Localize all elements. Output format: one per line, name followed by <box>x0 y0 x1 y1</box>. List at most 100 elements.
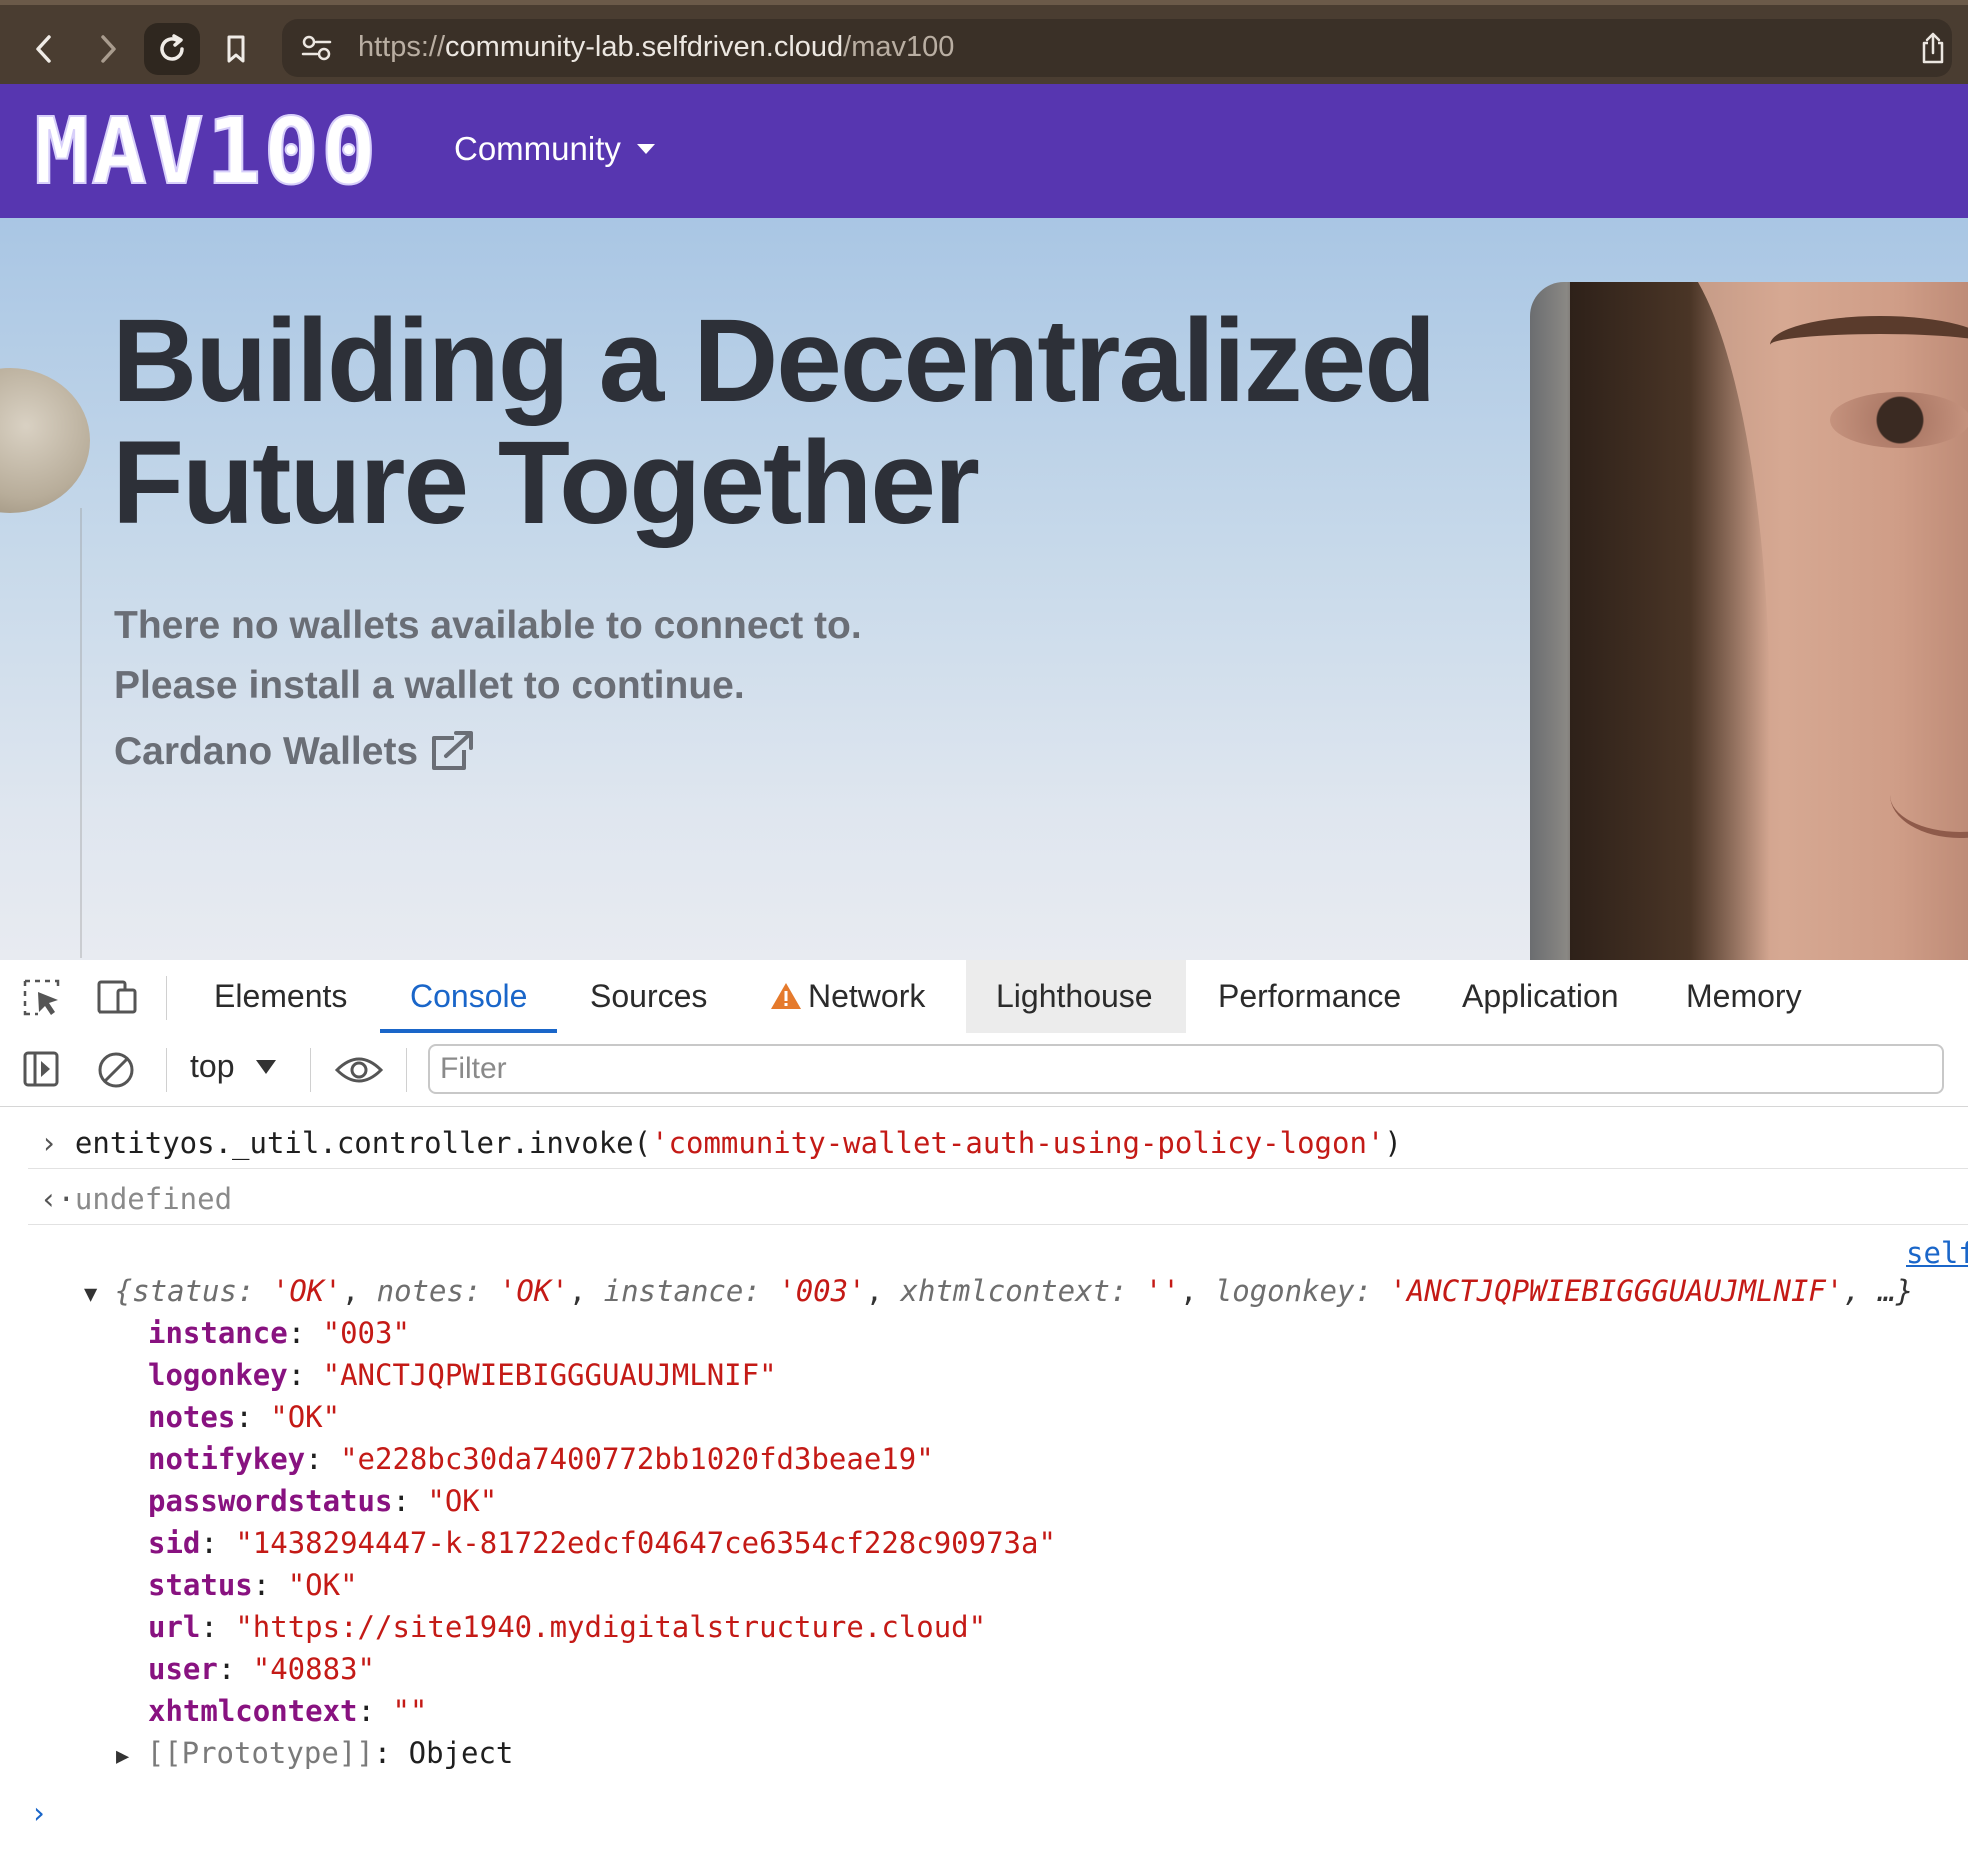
console-input-entry[interactable]: › entityos._util.controller.invoke('comm… <box>40 1126 1402 1160</box>
share-icon[interactable] <box>1920 31 1946 65</box>
tab-network[interactable]: Network <box>740 960 955 1033</box>
device-toolbar-icon[interactable] <box>96 978 140 1018</box>
source-link[interactable]: self <box>1906 1236 1968 1270</box>
object-property: instance: "003" <box>148 1316 410 1350</box>
balloon-tether <box>80 508 82 958</box>
console-command-arg: 'community-wallet-auth-using-policy-logo… <box>651 1126 1385 1160</box>
property-key: passwordstatus <box>148 1484 393 1518</box>
summary-value: 'OK' <box>271 1274 342 1308</box>
forward-button[interactable] <box>80 23 136 75</box>
hero-title-line: Building a Decentralized <box>112 295 1436 427</box>
toolbar-divider <box>310 1048 311 1092</box>
object-summary[interactable]: ▼ {status: 'OK', notes: 'OK', instance: … <box>84 1274 1913 1308</box>
url-scheme: https:// <box>358 31 446 63</box>
hero-section: Building a Decentralized Future Together… <box>0 218 1968 960</box>
wallet-message-line: Please install a wallet to continue. <box>114 664 745 707</box>
summary-value: '' <box>1144 1274 1180 1308</box>
property-value: "" <box>392 1694 428 1728</box>
object-property: user: "40883" <box>148 1652 375 1686</box>
sidebar-toggle-icon[interactable] <box>22 1050 60 1088</box>
property-key: xhtmlcontext <box>148 1694 358 1728</box>
hero-photo <box>1530 282 1968 960</box>
reload-icon <box>160 34 184 61</box>
tab-sources[interactable]: Sources <box>560 960 737 1033</box>
community-dropdown[interactable]: Community <box>454 130 655 168</box>
summary-value: 'OK' <box>498 1274 569 1308</box>
property-key: instance <box>148 1316 288 1350</box>
property-value: "OK" <box>427 1484 498 1518</box>
browser-toolbar: https://community-lab.selfdriven.cloud/m… <box>0 0 1968 84</box>
reload-button[interactable] <box>144 23 200 75</box>
input-prompt-icon: › <box>40 1126 75 1160</box>
context-selector[interactable]: top <box>190 1048 277 1085</box>
url-text: https://community-lab.selfdriven.cloud/m… <box>358 31 954 64</box>
inspect-element-icon[interactable] <box>22 978 64 1018</box>
property-value: "e228bc30da7400772bb1020fd3beae19" <box>340 1442 934 1476</box>
collapse-triangle-icon[interactable]: ▼ <box>84 1282 97 1307</box>
bookmark-button[interactable] <box>208 23 264 75</box>
summary-value: '003' <box>778 1274 866 1308</box>
community-label: Community <box>454 130 621 167</box>
expand-triangle-icon[interactable]: ▶ <box>116 1744 129 1769</box>
caret-down-icon <box>636 144 655 154</box>
wallet-message-line: There no wallets available to connect to… <box>114 604 862 647</box>
devtools-tab-bar: Elements Console Sources Network Lightho… <box>0 960 1968 1035</box>
object-property: passwordstatus: "OK" <box>148 1484 498 1518</box>
console-filter-input[interactable] <box>428 1044 1944 1094</box>
object-property: logonkey: "ANCTJQPWIEBIGGGUAUJMLNIF" <box>148 1358 777 1392</box>
tab-network-label: Network <box>808 978 926 1014</box>
object-property: notifykey: "e228bc30da7400772bb1020fd3be… <box>148 1442 934 1476</box>
tune-icon[interactable] <box>300 33 334 63</box>
tab-elements[interactable]: Elements <box>184 960 377 1033</box>
external-link-icon <box>432 731 474 770</box>
summary-value: 'ANCTJQPWIEBIGGGUAUJMLNIF' <box>1389 1274 1844 1308</box>
back-button[interactable] <box>16 23 72 75</box>
property-key: logonkey <box>148 1358 288 1392</box>
tab-memory[interactable]: Memory <box>1656 960 1832 1033</box>
object-property: notes: "OK" <box>148 1400 341 1434</box>
property-value: "OK" <box>287 1568 358 1602</box>
photo-hair <box>1570 282 1770 960</box>
bookmark-icon <box>227 35 245 63</box>
toolbar-divider <box>166 1048 167 1092</box>
cardano-wallets-label: Cardano Wallets <box>114 730 419 773</box>
property-key: status <box>148 1568 253 1602</box>
return-arrow-icon: ‹· <box>40 1182 75 1216</box>
url-path: /mav100 <box>843 31 955 63</box>
console-divider <box>28 1168 1968 1169</box>
object-property: sid: "1438294447-k-81722edcf04647ce6354c… <box>148 1526 1056 1560</box>
caret-down-icon <box>256 1059 277 1074</box>
hero-title: Building a Decentralized Future Together <box>112 295 1436 544</box>
summary-key: xhtmlcontext <box>900 1274 1110 1308</box>
tab-performance[interactable]: Performance <box>1188 960 1431 1033</box>
property-key: user <box>148 1652 218 1686</box>
object-property: xhtmlcontext: "" <box>148 1694 428 1728</box>
console-prompt-icon[interactable]: › <box>30 1796 47 1830</box>
tab-application[interactable]: Application <box>1432 960 1649 1033</box>
site-header: MAV100 Community <box>0 84 1968 218</box>
property-value: "40883" <box>252 1652 375 1686</box>
tab-lighthouse[interactable]: Lighthouse <box>966 960 1186 1033</box>
balloon-image <box>0 368 90 513</box>
toolbar-divider <box>166 976 167 1020</box>
prototype-entry[interactable]: ▶ [[Prototype]]: Object <box>116 1736 513 1770</box>
cardano-wallets-link[interactable]: Cardano Wallets <box>114 730 476 774</box>
live-expression-icon[interactable] <box>334 1054 384 1086</box>
summary-key: status <box>132 1274 237 1308</box>
console-divider <box>28 1224 1968 1225</box>
summary-brace: { <box>114 1274 133 1308</box>
summary-ellipsis: , …} <box>1843 1274 1914 1308</box>
console-return-entry: ‹·undefined <box>40 1182 232 1216</box>
warning-icon <box>771 983 801 1009</box>
clear-console-icon[interactable] <box>96 1050 136 1090</box>
site-logo[interactable]: MAV100 <box>33 105 378 199</box>
address-bar[interactable]: https://community-lab.selfdriven.cloud/m… <box>282 19 1952 77</box>
context-value: top <box>190 1048 235 1084</box>
object-property: url: "https://site1940.mydigitalstructur… <box>148 1610 987 1644</box>
return-value: undefined <box>74 1182 233 1216</box>
property-key: notes <box>148 1400 236 1434</box>
tab-console[interactable]: Console <box>380 960 558 1033</box>
console-command-close: ) <box>1384 1126 1402 1160</box>
console-toolbar: top <box>0 1034 1968 1107</box>
property-key: sid <box>148 1526 201 1560</box>
